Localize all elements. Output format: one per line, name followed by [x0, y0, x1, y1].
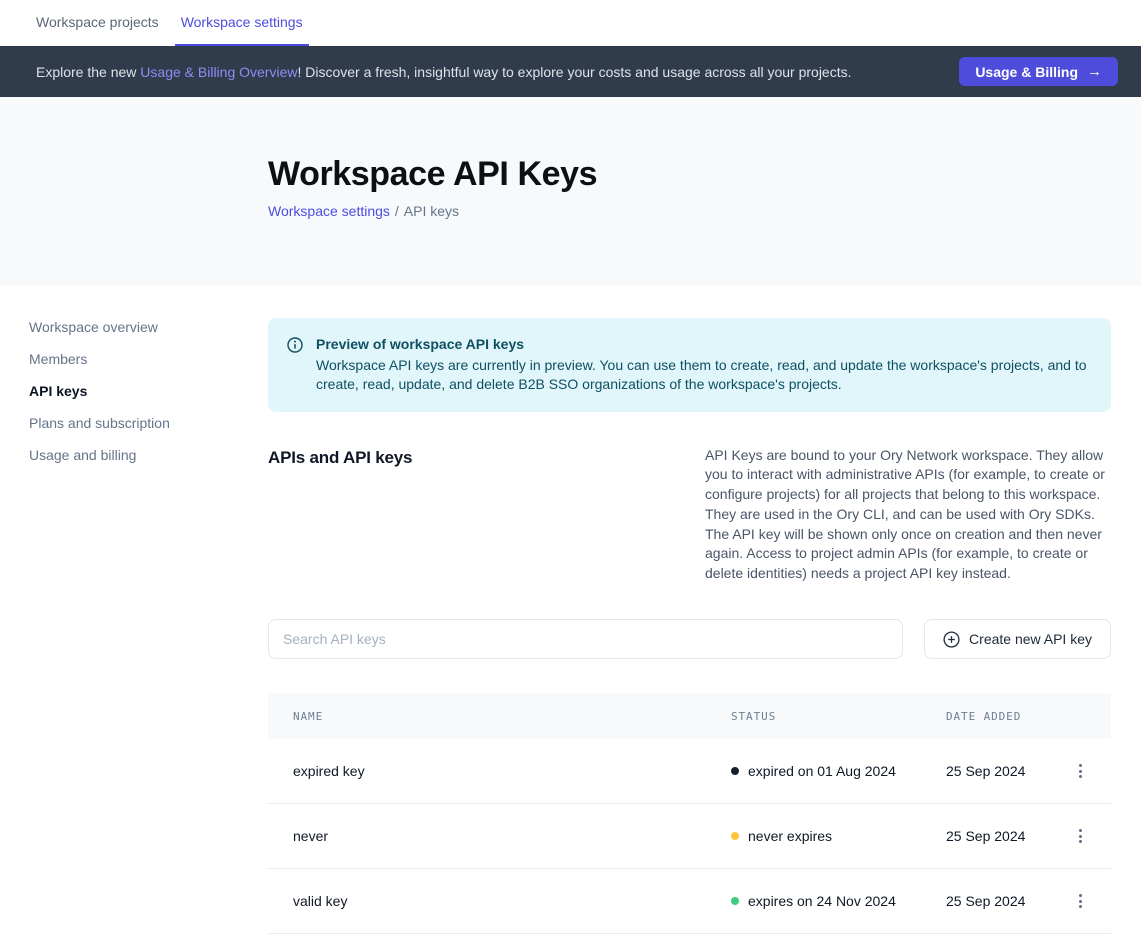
date-added: 25 Sep 2024: [946, 893, 1076, 909]
page-title: Workspace API Keys: [268, 152, 1141, 196]
table-header-row: NAME STATUS DATE ADDED: [268, 693, 1111, 739]
status-dot: [731, 897, 739, 905]
apis-section-description: API Keys are bound to your Ory Network w…: [705, 446, 1111, 585]
tab-workspace-projects[interactable]: Workspace projects: [30, 0, 165, 46]
date-added: 25 Sep 2024: [946, 763, 1076, 779]
date-added: 25 Sep 2024: [946, 828, 1076, 844]
row-actions-menu-icon[interactable]: [1076, 890, 1085, 912]
circle-plus-icon: [943, 631, 960, 648]
status-text: expires on 24 Nov 2024: [748, 893, 896, 909]
apis-section-heading: APIs and API keys: [268, 448, 412, 585]
column-header-date-added: DATE ADDED: [946, 710, 1085, 723]
content-area: Workspace overview Members API keys Plan…: [0, 286, 1141, 934]
usage-billing-button[interactable]: Usage & Billing →: [959, 57, 1118, 86]
breadcrumb-current: API keys: [404, 203, 459, 219]
api-keys-table: NAME STATUS DATE ADDED expired key expir…: [268, 693, 1111, 934]
column-header-name: NAME: [293, 710, 731, 723]
api-key-name: expired key: [293, 763, 731, 779]
create-api-key-button[interactable]: Create new API key: [924, 619, 1111, 659]
status-cell: expired on 01 Aug 2024: [731, 763, 946, 779]
column-header-status: STATUS: [731, 710, 946, 723]
status-text: expired on 01 Aug 2024: [748, 763, 896, 779]
create-api-key-button-label: Create new API key: [969, 631, 1092, 647]
table-row: valid key expires on 24 Nov 2024 25 Sep …: [268, 869, 1111, 934]
usage-billing-overview-link[interactable]: Usage & Billing Overview: [140, 64, 297, 80]
status-dot: [731, 767, 739, 775]
status-text: never expires: [748, 828, 832, 844]
banner-message: Explore the new Usage & Billing Overview…: [36, 64, 959, 80]
status-dot: [731, 832, 739, 840]
page-header: Workspace API Keys Workspace settings / AP…: [0, 97, 1141, 286]
banner-text-after: ! Discover a fresh, insightful way to ex…: [297, 64, 851, 80]
table-row: expired key expired on 01 Aug 2024 25 Se…: [268, 739, 1111, 804]
sidebar-item-plans-subscription[interactable]: Plans and subscription: [29, 417, 268, 430]
main-panel: Preview of workspace API keys Workspace …: [268, 286, 1111, 934]
preview-callout-title: Preview of workspace API keys: [316, 335, 1091, 355]
sidebar-item-members[interactable]: Members: [29, 353, 268, 366]
status-cell: expires on 24 Nov 2024: [731, 893, 946, 909]
preview-callout-text: Preview of workspace API keys Workspace …: [316, 335, 1091, 395]
row-actions-menu-icon[interactable]: [1076, 825, 1085, 847]
apis-section: APIs and API keys API Keys are bound to …: [268, 448, 1111, 585]
arrow-right-icon: →: [1087, 63, 1102, 80]
tab-workspace-settings[interactable]: Workspace settings: [175, 0, 309, 46]
sidebar-item-usage-billing[interactable]: Usage and billing: [29, 449, 268, 462]
api-keys-toolbar: Create new API key: [268, 619, 1111, 659]
breadcrumb-workspace-settings-link[interactable]: Workspace settings: [268, 203, 390, 219]
api-key-name: never: [293, 828, 731, 844]
row-actions-menu-icon[interactable]: [1076, 760, 1085, 782]
search-input[interactable]: [268, 619, 903, 659]
usage-billing-button-label: Usage & Billing: [975, 64, 1078, 80]
breadcrumb-separator: /: [395, 203, 399, 219]
preview-callout-body: Workspace API keys are currently in prev…: [316, 356, 1091, 395]
banner-text-before: Explore the new: [36, 64, 140, 80]
api-key-name: valid key: [293, 893, 731, 909]
breadcrumb: Workspace settings / API keys: [268, 203, 1141, 219]
settings-sidebar: Workspace overview Members API keys Plan…: [0, 286, 268, 934]
top-tab-bar: Workspace projects Workspace settings: [0, 0, 1141, 46]
info-icon: [287, 337, 303, 395]
table-row: never never expires 25 Sep 2024: [268, 804, 1111, 869]
sidebar-item-api-keys[interactable]: API keys: [29, 385, 268, 398]
status-cell: never expires: [731, 828, 946, 844]
sidebar-item-workspace-overview[interactable]: Workspace overview: [29, 321, 268, 334]
announcement-banner: Explore the new Usage & Billing Overview…: [0, 46, 1141, 97]
preview-callout: Preview of workspace API keys Workspace …: [268, 318, 1111, 412]
